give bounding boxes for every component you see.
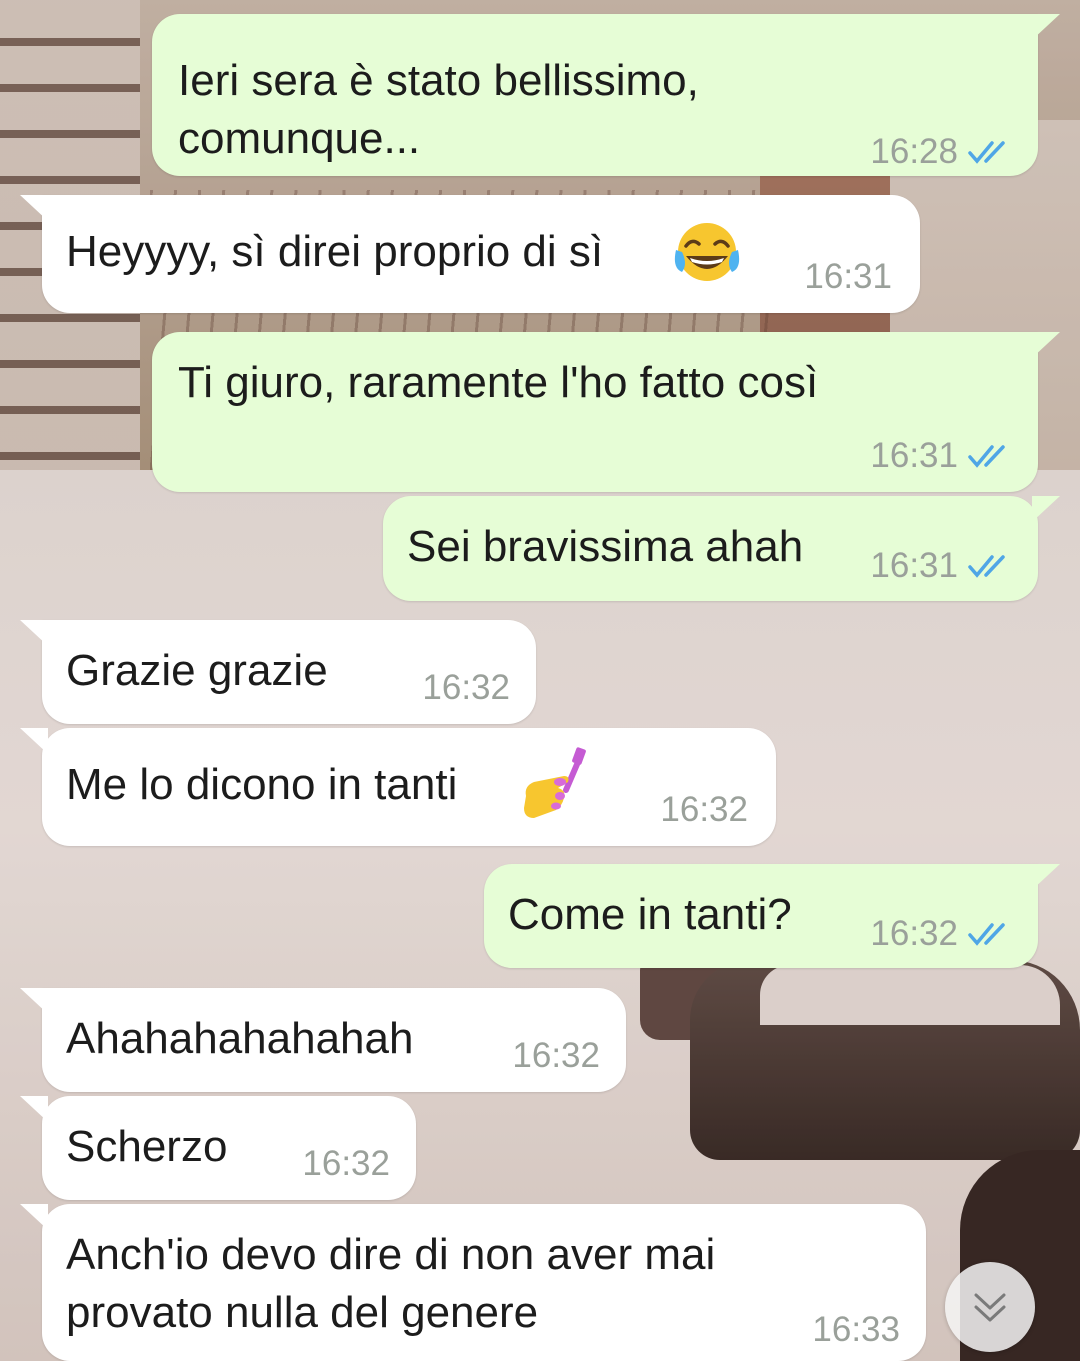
nail-polish-icon bbox=[524, 747, 586, 818]
message-time: 16:28 bbox=[870, 132, 958, 171]
message-time: 16:32 bbox=[422, 668, 510, 707]
message-meta: 16:28 bbox=[870, 132, 1014, 172]
message-meta: 16:31 bbox=[870, 436, 1014, 476]
message-text: Heyyyy, sì direi proprio di sì bbox=[66, 227, 604, 276]
message-bubble-incoming[interactable]: Me lo dicono in tanti 16:32 bbox=[20, 728, 776, 846]
message-text: Ahahahahahahah bbox=[66, 1014, 414, 1063]
message-bubble-outgoing[interactable]: Ti giuro, raramente l'ho fatto così 16:3… bbox=[152, 332, 1060, 492]
message-bubble-outgoing[interactable]: Come in tanti? 16:32 bbox=[484, 864, 1060, 968]
double-check-icon bbox=[968, 141, 1005, 164]
message-bubble-incoming[interactable]: Heyyyy, sì direi proprio di sì 16:31 bbox=[20, 195, 920, 313]
message-bubble-incoming[interactable]: Anch'io devo dire di non aver mai provat… bbox=[20, 1204, 926, 1361]
message-meta: 16:32 bbox=[660, 790, 748, 830]
message-time: 16:32 bbox=[302, 1144, 390, 1183]
message-time: 16:31 bbox=[870, 546, 958, 585]
message-time: 16:32 bbox=[870, 914, 958, 953]
message-meta: 16:32 bbox=[512, 1036, 600, 1076]
message-meta: 16:33 bbox=[812, 1310, 900, 1350]
message-meta: 16:32 bbox=[302, 1144, 390, 1184]
message-meta: 16:31 bbox=[804, 257, 892, 297]
message-bubble-incoming[interactable]: Grazie grazie 16:32 bbox=[20, 620, 536, 724]
message-meta: 16:32 bbox=[422, 668, 510, 708]
message-meta: 16:31 bbox=[870, 546, 1014, 586]
message-text: Ieri sera è stato bellissimo, comunque..… bbox=[178, 56, 699, 163]
message-time: 16:32 bbox=[660, 790, 748, 829]
message-text: Anch'io devo dire di non aver mai provat… bbox=[66, 1230, 716, 1337]
message-bubble-outgoing[interactable]: Sei bravissima ahah 16:31 bbox=[383, 496, 1060, 601]
message-text: Ti giuro, raramente l'ho fatto così bbox=[178, 358, 819, 407]
message-text: Sei bravissima ahah bbox=[407, 522, 804, 571]
face-with-tears-of-joy-icon bbox=[674, 223, 740, 281]
double-check-icon bbox=[968, 923, 1005, 946]
double-check-icon bbox=[968, 445, 1005, 468]
message-time: 16:31 bbox=[870, 436, 958, 475]
message-time: 16:32 bbox=[512, 1036, 600, 1075]
message-meta: 16:32 bbox=[870, 914, 1014, 954]
message-time: 16:33 bbox=[812, 1310, 900, 1349]
message-time: 16:31 bbox=[804, 257, 892, 296]
scroll-to-bottom-button[interactable] bbox=[945, 1262, 1035, 1352]
message-list[interactable]: Ieri sera è stato bellissimo, comunque..… bbox=[0, 0, 1080, 1361]
message-bubble-outgoing[interactable]: Ieri sera è stato bellissimo, comunque..… bbox=[152, 14, 1060, 176]
message-text: Scherzo bbox=[66, 1122, 228, 1171]
double-chevron-down-icon bbox=[974, 1293, 1006, 1322]
message-text: Grazie grazie bbox=[66, 646, 328, 695]
double-check-icon bbox=[968, 555, 1005, 578]
message-bubble-incoming[interactable]: Ahahahahahahah 16:32 bbox=[20, 988, 626, 1092]
message-text: Come in tanti? bbox=[508, 890, 792, 939]
message-bubble-incoming[interactable]: Scherzo 16:32 bbox=[20, 1096, 416, 1200]
message-text: Me lo dicono in tanti bbox=[66, 760, 458, 809]
